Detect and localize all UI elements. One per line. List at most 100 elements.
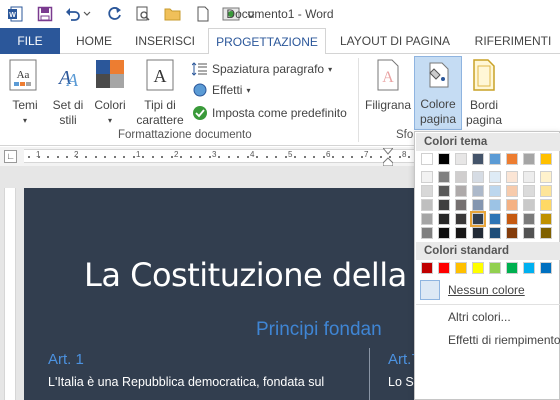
theme-color-swatch[interactable] bbox=[523, 153, 535, 165]
customize-dropdown-icon[interactable] bbox=[246, 5, 256, 23]
theme-shade-swatch[interactable] bbox=[421, 213, 433, 225]
bordi-pagina-button[interactable]: Bordi pagina bbox=[464, 58, 504, 128]
theme-shade-swatch[interactable] bbox=[455, 213, 467, 225]
open-folder-icon[interactable] bbox=[164, 5, 182, 23]
theme-color-swatch[interactable] bbox=[540, 153, 552, 165]
theme-color-swatch[interactable] bbox=[438, 153, 450, 165]
tab-riferimenti[interactable]: RIFERIMENTI bbox=[466, 28, 560, 54]
theme-color-swatch[interactable] bbox=[455, 153, 467, 165]
theme-shade-swatch[interactable] bbox=[523, 227, 535, 239]
colori-button[interactable]: Colori ▾ bbox=[90, 58, 130, 128]
effetti-button[interactable]: Effetti ▾ bbox=[192, 81, 250, 99]
undo-dropdown-icon[interactable] bbox=[82, 5, 92, 23]
art1-title[interactable]: Art. 1 bbox=[48, 351, 84, 368]
fill-effects-option[interactable]: Effetti di riempimento bbox=[416, 329, 560, 351]
standard-color-swatch[interactable] bbox=[523, 262, 535, 274]
theme-shade-swatch[interactable] bbox=[472, 185, 484, 197]
theme-shade-swatch[interactable] bbox=[438, 213, 450, 225]
word-logo-icon[interactable]: W bbox=[6, 5, 24, 23]
tab-progettazione[interactable]: PROGETTAZIONE bbox=[208, 28, 326, 55]
theme-shade-swatch[interactable] bbox=[523, 185, 535, 197]
imposta-come-predefinito-button[interactable]: Imposta come predefinito bbox=[192, 104, 347, 122]
theme-shade-swatch[interactable] bbox=[523, 171, 535, 183]
print-preview-icon[interactable] bbox=[134, 5, 152, 23]
theme-color-swatch[interactable] bbox=[421, 153, 433, 165]
theme-shade-swatch[interactable] bbox=[470, 211, 486, 227]
tab-layout-di-pagina[interactable]: LAYOUT DI PAGINA bbox=[332, 28, 458, 54]
tab-selector-icon[interactable]: ∟ bbox=[4, 150, 17, 163]
save-icon[interactable] bbox=[36, 5, 54, 23]
theme-shade-swatch[interactable] bbox=[523, 213, 535, 225]
temi-button[interactable]: Aa Temi ▾ bbox=[4, 58, 46, 128]
theme-shade-swatch[interactable] bbox=[540, 199, 552, 211]
standard-color-swatch[interactable] bbox=[455, 262, 467, 274]
theme-shade-swatch[interactable] bbox=[421, 227, 433, 239]
theme-shade-swatch[interactable] bbox=[421, 171, 433, 183]
theme-shade-swatch[interactable] bbox=[472, 199, 484, 211]
theme-shade-swatch[interactable] bbox=[540, 171, 552, 183]
theme-shade-swatch[interactable] bbox=[421, 199, 433, 211]
tab-inserisci[interactable]: INSERISCI bbox=[128, 28, 202, 54]
vertical-ruler[interactable] bbox=[4, 188, 16, 400]
undo-icon[interactable] bbox=[64, 5, 82, 23]
standard-color-swatch[interactable] bbox=[472, 262, 484, 274]
theme-shade-swatch[interactable] bbox=[438, 185, 450, 197]
theme-shade-swatch[interactable] bbox=[455, 171, 467, 183]
ruler-number: 1 bbox=[136, 150, 141, 159]
new-document-icon[interactable] bbox=[194, 5, 212, 23]
tab-file[interactable]: FILE bbox=[0, 28, 60, 54]
ruler-tick bbox=[189, 156, 192, 158]
theme-shade-swatch[interactable] bbox=[523, 199, 535, 211]
theme-shade-swatch[interactable] bbox=[489, 199, 501, 211]
standard-color-swatch[interactable] bbox=[438, 262, 450, 274]
theme-shade-swatch[interactable] bbox=[540, 185, 552, 197]
more-colors-option[interactable]: Altri colori... bbox=[416, 306, 560, 328]
theme-shade-swatch[interactable] bbox=[540, 227, 552, 239]
no-color-option[interactable]: Nessun colore bbox=[416, 279, 560, 301]
standard-color-swatch[interactable] bbox=[421, 262, 433, 274]
document-subheading[interactable]: Principi fondan bbox=[256, 319, 382, 341]
theme-shade-swatch[interactable] bbox=[489, 227, 501, 239]
ruler-tick bbox=[322, 156, 325, 158]
ruler-number: 7 bbox=[364, 150, 369, 159]
theme-shade-swatch[interactable] bbox=[438, 171, 450, 183]
set-di-stili-button[interactable]: A A Set di stili bbox=[48, 58, 88, 128]
theme-shade-swatch[interactable] bbox=[472, 227, 484, 239]
theme-shade-swatch[interactable] bbox=[438, 199, 450, 211]
standard-color-swatch[interactable] bbox=[540, 262, 552, 274]
theme-shade-swatch[interactable] bbox=[455, 199, 467, 211]
theme-shade-swatch[interactable] bbox=[438, 227, 450, 239]
theme-shade-swatch[interactable] bbox=[489, 213, 501, 225]
colore-pagina-button[interactable]: Colore pagina bbox=[414, 56, 462, 130]
theme-color-swatch[interactable] bbox=[506, 153, 518, 165]
theme-shade-swatch[interactable] bbox=[506, 213, 518, 225]
art1-text[interactable]: L'Italia è una Repubblica democratica, f… bbox=[48, 375, 324, 389]
tab-home[interactable]: HOME bbox=[66, 28, 122, 54]
theme-shade-swatch[interactable] bbox=[455, 185, 467, 197]
theme-shade-swatch[interactable] bbox=[489, 185, 501, 197]
theme-shade-swatch[interactable] bbox=[455, 227, 467, 239]
theme-shade-swatch[interactable] bbox=[540, 213, 552, 225]
set-di-stili-label-1: Set di bbox=[52, 98, 84, 112]
filigrana-button[interactable]: A Filigrana bbox=[362, 58, 414, 113]
theme-shade-swatch[interactable] bbox=[489, 171, 501, 183]
tipi-di-carattere-button[interactable]: A Tipi di carattere bbox=[134, 58, 186, 128]
document-heading[interactable]: La Costituzione della Re bbox=[84, 256, 456, 294]
filigrana-label: Filigrana bbox=[364, 98, 412, 112]
standard-color-swatch[interactable] bbox=[506, 262, 518, 274]
standard-color-swatch[interactable] bbox=[489, 262, 501, 274]
theme-shade-swatch[interactable] bbox=[506, 185, 518, 197]
theme-shade-swatch[interactable] bbox=[506, 171, 518, 183]
theme-shade-swatch[interactable] bbox=[506, 227, 518, 239]
spaziatura-paragrafo-button[interactable]: Spaziatura paragrafo ▾ bbox=[192, 60, 332, 78]
title-bar: W Documento1 - Word bbox=[0, 0, 560, 28]
theme-color-swatch[interactable] bbox=[472, 153, 484, 165]
fill-effects-label: Effetti di riempimento bbox=[448, 333, 560, 347]
theme-shade-swatch[interactable] bbox=[421, 185, 433, 197]
indent-marker-icon[interactable] bbox=[383, 148, 393, 166]
theme-shade-swatch[interactable] bbox=[472, 171, 484, 183]
touch-mode-icon[interactable] bbox=[222, 5, 240, 23]
redo-icon[interactable] bbox=[106, 5, 124, 23]
theme-shade-swatch[interactable] bbox=[506, 199, 518, 211]
theme-color-swatch[interactable] bbox=[489, 153, 501, 165]
